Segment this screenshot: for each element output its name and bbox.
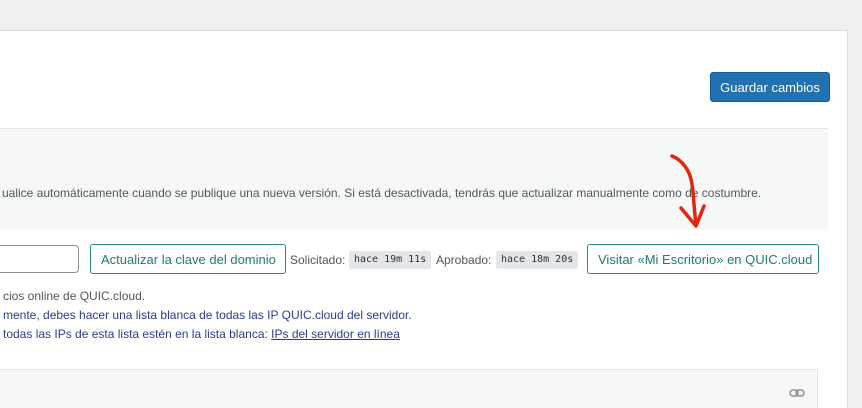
description-line-3-text: todas las IPs de esta lista estén en la …	[3, 327, 272, 341]
description-line-2: mente, debes hacer una lista blanca de t…	[3, 308, 412, 322]
auto-update-notice-text: ualice automáticamente cuando se publiqu…	[2, 186, 762, 200]
requested-label: Solicitado:	[290, 253, 346, 267]
approved-label: Aprobado:	[436, 253, 492, 267]
online-server-ips-link[interactable]: IPs del servidor en línea	[271, 327, 400, 341]
next-section-box	[0, 369, 818, 408]
requested-time: hace 19m 11s	[349, 251, 432, 269]
domain-key-input[interactable]	[0, 245, 79, 273]
approved-time: hace 18m 20s	[496, 251, 579, 269]
annotation-arrow-icon	[670, 154, 706, 228]
description-line-3: todas las IPs de esta lista estén en la …	[3, 327, 400, 341]
link-icon[interactable]	[789, 388, 805, 398]
description-line-1: cios online de QUIC.cloud.	[3, 289, 146, 303]
save-changes-button[interactable]: Guardar cambios	[710, 72, 830, 102]
update-domain-key-button[interactable]: Actualizar la clave del dominio	[90, 244, 286, 274]
visit-dashboard-button[interactable]: Visitar «Mi Escritorio» en QUIC.cloud	[587, 244, 819, 274]
